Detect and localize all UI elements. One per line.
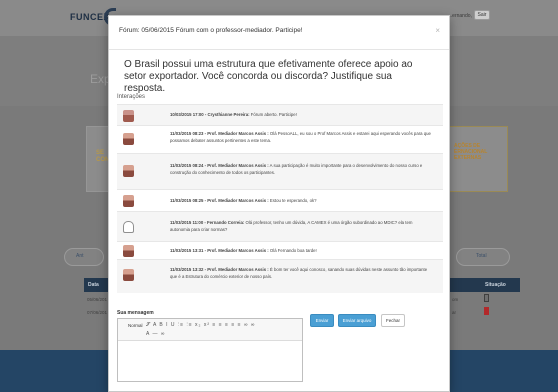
interaction-author: 11/03/2015 08:23 - Prof. Mediador Marcos… <box>170 131 269 136</box>
interaction-text: 11/03/2015 08:23 - Prof. Mediador Marcos… <box>170 130 432 144</box>
forum-modal: Fórum: 05/06/2015 Fórum com o professor-… <box>108 15 450 392</box>
background-user-name: ...ernando, <box>448 13 472 19</box>
background-table-header-right <box>446 278 520 292</box>
interaction-author: 11/03/2015 13:31 - Prof. Mediador Marcos… <box>170 248 269 253</box>
interaction-text: 11/03/2015 08:24 - Prof. Mediador Marcos… <box>170 162 432 176</box>
avatar <box>123 221 134 233</box>
forum-question: O Brasil possui uma estrutura que efetiv… <box>124 59 413 94</box>
background-pill-right-label: Total <box>476 253 487 259</box>
background-th-data: Data <box>88 282 99 288</box>
status-document-icon <box>484 294 489 302</box>
avatar <box>123 110 134 122</box>
avatar <box>123 133 134 145</box>
interaction-item: 10/03/2015 17:00 - Crysthianne Pereira: … <box>117 104 443 125</box>
interaction-item: 11/03/2015 08:24 - Prof. Mediador Marcos… <box>117 153 443 189</box>
send-button[interactable]: Enviar <box>310 314 334 327</box>
formatting-icons-row-1[interactable]: 𝒮 A B I U ⋮≡ ⋮≡ x₂ x² ≡ ≡ ≡ ≡ ≡ ∞ ∞ <box>146 322 255 328</box>
background-row-date: 05/06/201 <box>87 297 108 302</box>
interaction-item: 11/03/2015 13:31 - Prof. Mediador Marcos… <box>117 241 443 259</box>
background-row-date: 07/06/201 <box>87 310 108 315</box>
background-pill-left <box>64 248 104 266</box>
interaction-author: 11/03/2015 08:24 - Prof. Mediador Marcos… <box>170 163 269 168</box>
card-line: EXTERNAS <box>454 155 482 161</box>
interaction-text: 10/03/2015 17:00 - Crysthianne Pereira: … <box>170 111 432 118</box>
interactions-list: 10/03/2015 17:00 - Crysthianne Pereira: … <box>117 104 443 293</box>
modal-header: Fórum: 05/06/2015 Fórum com o professor-… <box>109 16 449 50</box>
background-th-situacao: Situação <box>485 282 506 288</box>
background-card-right-text: AÇÕES DE ERNACIONAL EXTERNAS <box>454 143 487 161</box>
background-pill-left-label: Ant <box>76 253 84 259</box>
interaction-message: Olá Fernando boa tarde! <box>268 248 317 253</box>
avatar <box>123 245 134 257</box>
background-row-text: ar <box>452 310 457 315</box>
avatar <box>123 195 134 207</box>
avatar <box>123 165 134 177</box>
interaction-text: 11/03/2015 13:32 - Prof. Mediador Marcos… <box>170 266 432 280</box>
logout-button: Sair <box>474 10 490 20</box>
interaction-item: 11/03/2015 13:32 - Prof. Mediador Marcos… <box>117 259 443 293</box>
interaction-text: 11/03/2015 13:31 - Prof. Mediador Marcos… <box>170 247 432 254</box>
avatar <box>123 269 134 281</box>
editor-toolbar: Normal 𝒮 A B I U ⋮≡ ⋮≡ x₂ x² ≡ ≡ ≡ ≡ ≡ ∞… <box>118 319 302 341</box>
background-row-text: om <box>452 297 459 302</box>
interaction-author: 11/03/2015 11:00 - Fernando Correia: <box>170 220 245 225</box>
interaction-author: 10/03/2015 17:00 - Crysthianne Pereira: <box>170 112 250 117</box>
interaction-author: 11/03/2015 08:25 - Prof. Mediador Marcos… <box>170 198 269 203</box>
close-icon[interactable]: × <box>435 26 440 35</box>
interaction-item: 11/03/2015 08:23 - Prof. Mediador Marcos… <box>117 125 443 153</box>
interaction-text: 11/03/2015 11:00 - Fernando Correia: Olá… <box>170 219 432 233</box>
format-select[interactable]: Normal <box>128 323 143 328</box>
interaction-message: Estou te esperando, ok? <box>268 198 317 203</box>
interaction-author: 11/03/2015 13:32 - Prof. Mediador Marcos… <box>170 267 269 272</box>
close-button[interactable]: Fechar <box>381 314 405 327</box>
status-lock-icon <box>484 307 489 315</box>
interaction-item: 11/03/2015 11:00 - Fernando Correia: Olá… <box>117 211 443 241</box>
modal-title: Fórum: 05/06/2015 Fórum com o professor-… <box>119 27 303 34</box>
interactions-heading: Interações <box>117 94 146 100</box>
interaction-item: 11/03/2015 08:25 - Prof. Mediador Marcos… <box>117 189 443 211</box>
message-label: Sua mensagem <box>117 310 154 316</box>
send-file-button[interactable]: Enviar arquivo <box>338 314 376 327</box>
formatting-icons-row-2[interactable]: A — ∞ <box>146 331 165 337</box>
message-editor[interactable]: Normal 𝒮 A B I U ⋮≡ ⋮≡ x₂ x² ≡ ≡ ≡ ≡ ≡ ∞… <box>117 318 303 382</box>
interaction-text: 11/03/2015 08:25 - Prof. Mediador Marcos… <box>170 197 432 204</box>
interaction-message: Fórum aberto. Participe! <box>249 112 297 117</box>
